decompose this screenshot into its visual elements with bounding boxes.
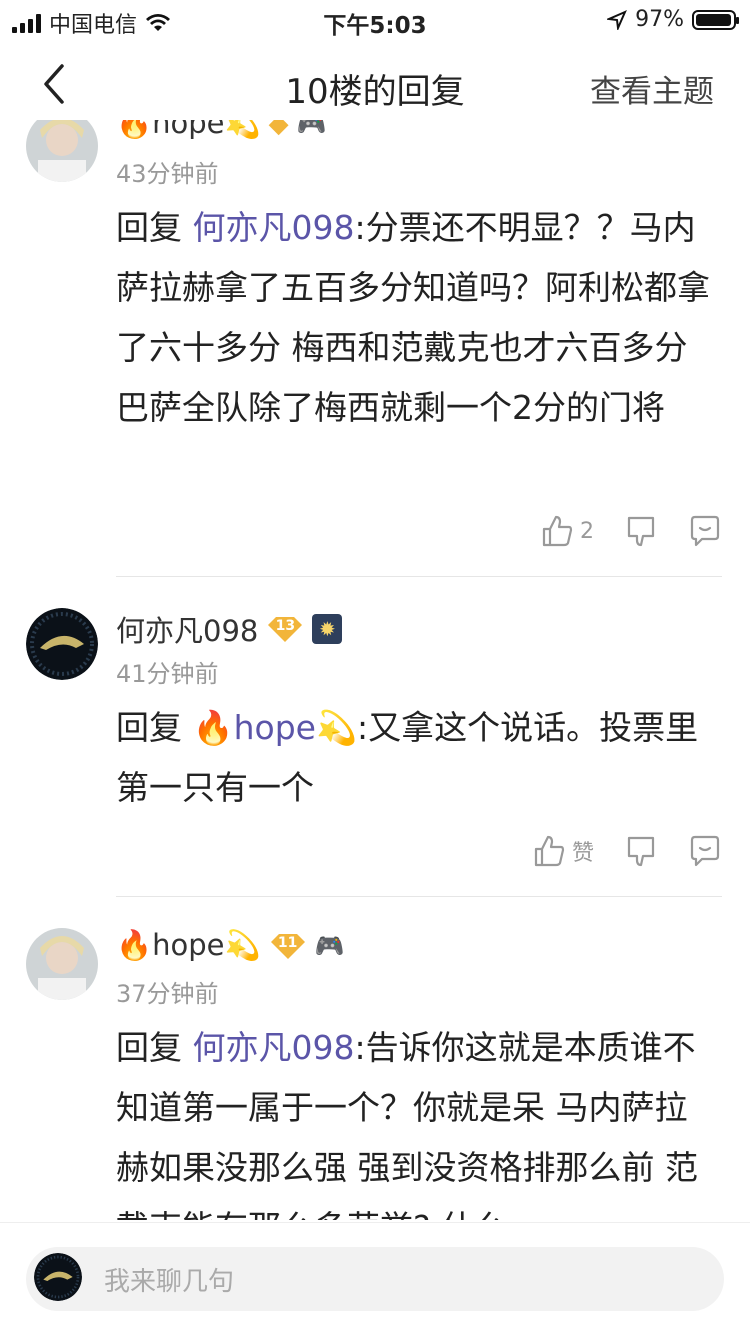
divider (116, 896, 722, 897)
reply-content: 回复 🔥hope💫:又拿这个说话。投票里第一只有一个 (116, 698, 716, 818)
like-count: 赞 (571, 841, 594, 866)
divider (116, 576, 722, 577)
reply-prefix: 回复 (116, 208, 193, 247)
reply-prefix: 回复 (116, 1028, 193, 1067)
thumb-up-icon (542, 515, 573, 547)
game-badge-icon: 🎮 (314, 931, 345, 960)
vip-badge-icon: ◆ (268, 120, 289, 139)
avatar[interactable] (26, 608, 98, 680)
reply-prefix: 回复 (116, 708, 193, 747)
nav-bar: 10楼的回复 查看主题 (0, 50, 750, 120)
like-count: 2 (580, 518, 594, 544)
location-arrow-icon (607, 9, 628, 30)
comment-input[interactable]: 我来聊几句 (26, 1247, 724, 1311)
avatar (34, 1253, 82, 1301)
comment-icon[interactable] (688, 834, 722, 868)
view-topic-link[interactable]: 查看主题 (590, 66, 714, 111)
level-number: 13 (275, 618, 296, 634)
level-badge: 11 (269, 932, 307, 960)
medal-icon: ✹ (312, 614, 343, 644)
avatar[interactable] (26, 120, 98, 182)
game-badge-icon: 🎮 (296, 120, 327, 138)
mention-link[interactable]: 何亦凡098 (193, 208, 355, 247)
reply-content: 回复 何亦凡098:分票还不明显？？马内萨拉赫拿了五百多分知道吗？阿利松都拿了六… (116, 198, 716, 438)
username[interactable]: 🔥hope💫 (116, 928, 261, 963)
like-button[interactable]: 2 (540, 514, 594, 548)
avatar[interactable] (26, 928, 98, 1000)
reply-list[interactable]: 🔥hope💫 ◆ 🎮 43分钟前 回复 何亦凡098:分票还不明显？？马内萨拉赫… (0, 120, 750, 1220)
like-button[interactable]: 赞 (532, 834, 594, 868)
username[interactable]: 何亦凡098 (116, 608, 258, 650)
battery-percent: 97% (635, 7, 684, 32)
timestamp: 37分钟前 (116, 980, 219, 1008)
status-bar: 中国电信 下午5:03 97% (0, 0, 750, 40)
input-placeholder: 我来聊几句 (104, 1267, 235, 1297)
dislike-icon[interactable] (624, 834, 658, 868)
mention-link[interactable]: 何亦凡098 (193, 1028, 355, 1067)
battery-icon (692, 9, 739, 30)
level-badge: 13 (266, 615, 304, 643)
comment-icon[interactable] (688, 514, 722, 548)
thumb-up-icon (534, 835, 565, 867)
reply-content: 回复 何亦凡098:告诉你这就是本质谁不知道第一属于一个？你就是呆 马内萨拉赫如… (116, 1018, 716, 1220)
timestamp: 43分钟前 (116, 160, 219, 188)
bottom-bar: 我来聊几句 (0, 1222, 750, 1335)
level-number: 11 (277, 934, 298, 951)
dislike-icon[interactable] (624, 514, 658, 548)
mention-link[interactable]: 🔥hope💫 (193, 708, 358, 747)
timestamp: 41分钟前 (116, 660, 219, 688)
username[interactable]: 🔥hope💫 (116, 120, 261, 141)
